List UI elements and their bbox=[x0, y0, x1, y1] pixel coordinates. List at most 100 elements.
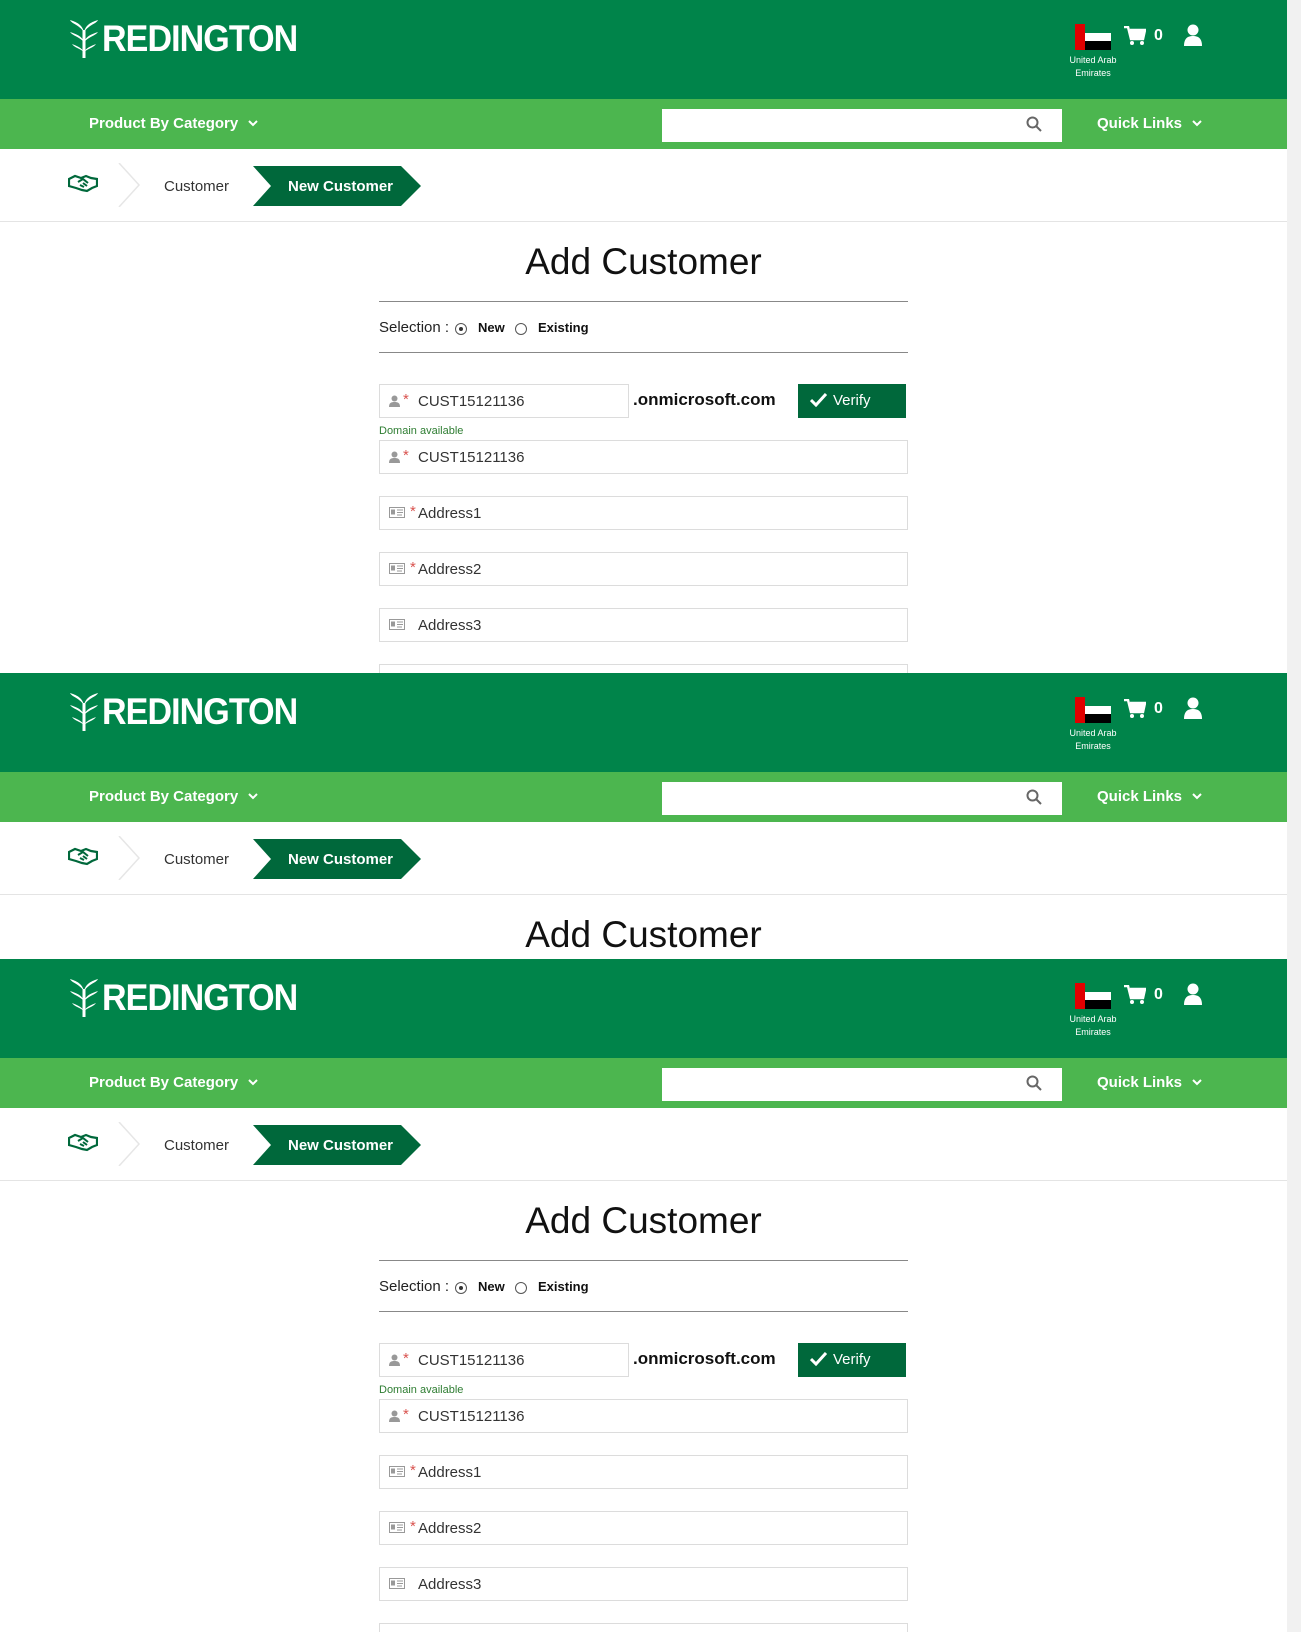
address1-input[interactable] bbox=[418, 1456, 898, 1488]
search-button[interactable] bbox=[1026, 116, 1046, 136]
radio-new-label[interactable]: New bbox=[478, 1279, 505, 1294]
redington-logo[interactable]: REDINGTON bbox=[70, 691, 314, 733]
breadcrumb: Customer New Customer bbox=[0, 1108, 1287, 1181]
required-marker: * bbox=[403, 391, 409, 408]
cart-button[interactable]: 0 bbox=[1124, 985, 1163, 1005]
radio-new[interactable] bbox=[455, 323, 467, 335]
verify-button[interactable]: Verify bbox=[798, 384, 906, 418]
redington-logo[interactable]: REDINGTON bbox=[70, 18, 314, 60]
next-field[interactable] bbox=[379, 1623, 908, 1632]
breadcrumb-customer[interactable]: Customer bbox=[164, 178, 229, 195]
breadcrumb-customer[interactable]: Customer bbox=[164, 1137, 229, 1154]
cart-icon bbox=[1124, 699, 1146, 718]
page-frame-2: REDINGTON United Arab Emirates 0 Product… bbox=[0, 673, 1301, 959]
radio-existing[interactable] bbox=[515, 323, 527, 335]
quick-links-menu[interactable]: Quick Links bbox=[1097, 1074, 1202, 1091]
next-field[interactable] bbox=[379, 664, 908, 673]
address2-input[interactable] bbox=[418, 1512, 898, 1544]
address3-input[interactable] bbox=[418, 609, 898, 641]
search-input[interactable] bbox=[662, 782, 1062, 815]
company-name-input[interactable] bbox=[418, 1400, 898, 1432]
breadcrumb-home[interactable] bbox=[67, 173, 99, 198]
user-account-button[interactable] bbox=[1184, 983, 1202, 1010]
product-category-menu[interactable]: Product By Category bbox=[89, 788, 258, 805]
search-button[interactable] bbox=[1026, 1075, 1046, 1095]
product-category-menu[interactable]: Product By Category bbox=[89, 115, 258, 132]
chevron-down-icon bbox=[248, 120, 258, 127]
radio-new[interactable] bbox=[455, 1282, 467, 1294]
breadcrumb-home[interactable] bbox=[67, 846, 99, 871]
verify-label: Verify bbox=[833, 1351, 871, 1368]
user-account-button[interactable] bbox=[1184, 24, 1202, 51]
domain-input[interactable] bbox=[418, 1344, 618, 1376]
country-name-line1: United Arab bbox=[1069, 55, 1117, 65]
search-button[interactable] bbox=[1026, 789, 1046, 809]
address-card-icon bbox=[389, 1466, 405, 1477]
uae-flag-icon bbox=[1075, 24, 1111, 50]
country-selector[interactable]: United Arab Emirates bbox=[1058, 983, 1128, 1039]
search-input[interactable] bbox=[662, 109, 1062, 142]
domain-status-message: Domain available bbox=[379, 1384, 464, 1396]
redington-logo[interactable]: REDINGTON bbox=[70, 977, 314, 1019]
required-marker: * bbox=[403, 1350, 409, 1367]
add-customer-form: Selection : New Existing bbox=[379, 1260, 908, 1312]
required-marker: * bbox=[410, 503, 416, 520]
breadcrumb-separator bbox=[118, 163, 140, 207]
page-frame-3: REDINGTON United Arab Emirates 0 Product… bbox=[0, 959, 1301, 1632]
address3-field bbox=[379, 1567, 908, 1601]
radio-existing-label[interactable]: Existing bbox=[538, 1279, 589, 1294]
radio-existing[interactable] bbox=[515, 1282, 527, 1294]
company-name-input[interactable] bbox=[418, 441, 898, 473]
selection-group: Selection : New Existing bbox=[379, 302, 908, 352]
address1-input[interactable] bbox=[418, 497, 898, 529]
breadcrumb: Customer New Customer bbox=[0, 822, 1287, 895]
radio-new-label[interactable]: New bbox=[478, 320, 505, 335]
country-selector[interactable]: United Arab Emirates bbox=[1058, 24, 1128, 80]
page-title: Add Customer bbox=[525, 914, 762, 955]
chevron-down-icon bbox=[1192, 120, 1202, 127]
quick-links-label: Quick Links bbox=[1097, 1074, 1183, 1091]
scrollbar[interactable] bbox=[1287, 673, 1301, 959]
breadcrumb-current-label: New Customer bbox=[288, 1137, 394, 1154]
chevron-down-icon bbox=[248, 1079, 258, 1086]
domain-status-message: Domain available bbox=[379, 425, 464, 437]
uae-flag-icon bbox=[1075, 697, 1111, 723]
required-marker: * bbox=[403, 1406, 409, 1423]
search-input[interactable] bbox=[662, 1068, 1062, 1101]
scrollbar[interactable] bbox=[1287, 959, 1301, 1632]
address-card-icon bbox=[389, 563, 405, 574]
cart-button[interactable]: 0 bbox=[1124, 26, 1163, 46]
breadcrumb-separator bbox=[118, 836, 140, 880]
handshake-icon bbox=[67, 1133, 99, 1152]
chevron-down-icon bbox=[1192, 793, 1202, 800]
logo-text: REDINGTON bbox=[102, 977, 298, 1018]
product-category-menu[interactable]: Product By Category bbox=[89, 1074, 258, 1091]
address1-field: * bbox=[379, 496, 908, 530]
cart-button[interactable]: 0 bbox=[1124, 699, 1163, 719]
breadcrumb-customer[interactable]: Customer bbox=[164, 851, 229, 868]
quick-links-menu[interactable]: Quick Links bbox=[1097, 115, 1202, 132]
quick-links-label: Quick Links bbox=[1097, 788, 1183, 805]
search-icon bbox=[1026, 1075, 1042, 1091]
selection-label: Selection : bbox=[379, 319, 450, 336]
breadcrumb-home[interactable] bbox=[67, 1132, 99, 1157]
radio-existing-label[interactable]: Existing bbox=[538, 320, 589, 335]
nav-bar: Product By Category Quick Links bbox=[0, 772, 1287, 822]
add-customer-form: Selection : New Existing bbox=[379, 301, 908, 353]
selection-group: Selection : New Existing bbox=[379, 1261, 908, 1311]
leaf-icon bbox=[70, 20, 98, 58]
country-selector[interactable]: United Arab Emirates bbox=[1058, 697, 1128, 753]
divider bbox=[379, 1311, 908, 1312]
quick-links-menu[interactable]: Quick Links bbox=[1097, 788, 1202, 805]
verify-button[interactable]: Verify bbox=[798, 1343, 906, 1377]
user-account-button[interactable] bbox=[1184, 697, 1202, 724]
page-frame-1: REDINGTON United Arab Emirates 0 Product… bbox=[0, 0, 1301, 673]
checkmark-icon bbox=[809, 1351, 828, 1370]
domain-input[interactable] bbox=[418, 385, 618, 417]
product-category-label: Product By Category bbox=[89, 1074, 239, 1091]
address3-input[interactable] bbox=[418, 1568, 898, 1600]
handshake-icon bbox=[67, 847, 99, 866]
scrollbar[interactable] bbox=[1287, 0, 1301, 673]
address2-input[interactable] bbox=[418, 553, 898, 585]
user-icon bbox=[389, 451, 400, 463]
